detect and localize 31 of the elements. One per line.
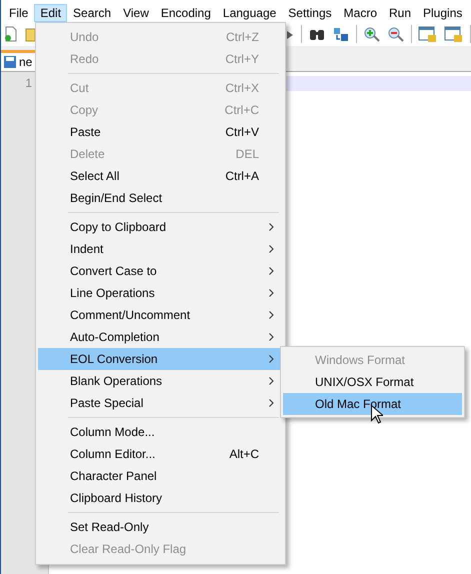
menu-option[interactable]: Old Mac Format xyxy=(283,393,462,415)
menu-item[interactable]: File xyxy=(3,4,34,22)
menu-option[interactable]: Paste Special xyxy=(38,392,283,414)
menu-option[interactable]: Clipboard History xyxy=(38,487,283,509)
menu-option[interactable]: Select All Ctrl+A xyxy=(38,165,283,187)
menu-option[interactable]: Begin/End Select xyxy=(38,187,283,209)
menu-item[interactable]: Language xyxy=(216,4,282,22)
menu-item[interactable]: Encoding xyxy=(154,4,217,22)
tab-label: ne xyxy=(19,54,32,71)
menu-option[interactable]: EOL Conversion xyxy=(38,348,283,370)
menu-option[interactable]: Set Read-Only xyxy=(38,516,283,538)
line-number: 1 xyxy=(24,76,33,91)
menu-option[interactable]: Comment/Uncomment xyxy=(38,304,283,326)
menu-item[interactable]: Search xyxy=(67,4,118,22)
menu-item[interactable]: Edit xyxy=(34,4,68,22)
menu-item[interactable]: View xyxy=(117,4,155,22)
menu-item[interactable]: Plugins xyxy=(417,4,468,22)
menu-option[interactable]: Character Panel xyxy=(38,465,283,487)
menu-item[interactable]: Settings xyxy=(282,4,338,22)
menu-option[interactable]: Line Operations xyxy=(38,282,283,304)
menu-item[interactable]: Macro xyxy=(338,4,383,22)
menu-option[interactable]: Paste Ctrl+V xyxy=(38,121,283,143)
menu-option[interactable]: Column Editor... Alt+C xyxy=(38,443,283,465)
menu-option[interactable]: Auto-Completion xyxy=(38,326,283,348)
menu-option[interactable]: Blank Operations xyxy=(38,370,283,392)
menu-option[interactable]: Indent xyxy=(38,238,283,260)
menu-option[interactable]: UNIX/OSX Format xyxy=(283,371,462,393)
menu-item[interactable]: Run xyxy=(383,4,418,22)
menu-option[interactable]: Column Mode... xyxy=(38,421,283,443)
menu-option[interactable]: Copy to Clipboard xyxy=(38,216,283,238)
menu-option[interactable]: Convert Case to xyxy=(38,260,283,282)
